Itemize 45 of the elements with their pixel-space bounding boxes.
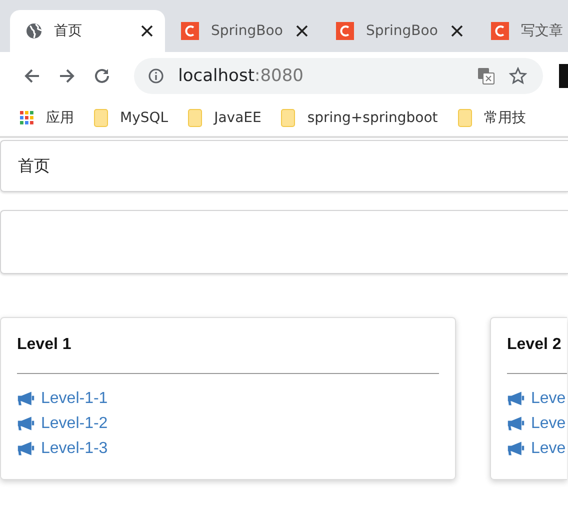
c-logo-icon	[336, 22, 354, 40]
browser-tab[interactable]: 写文章	[475, 10, 568, 52]
card-link[interactable]: Level-1-3	[41, 440, 108, 458]
megaphone-icon	[17, 441, 35, 456]
tab-title: SpringBoo	[211, 23, 284, 39]
info-icon	[148, 68, 164, 84]
tab-title: 写文章	[521, 22, 564, 40]
megaphone-icon	[507, 441, 525, 456]
close-icon[interactable]	[141, 25, 153, 37]
tab-title: SpringBoo	[366, 23, 439, 39]
bookmark-item[interactable]: 应用	[20, 109, 74, 127]
megaphone-icon	[507, 416, 525, 431]
card-link[interactable]: Level-1-1	[41, 390, 108, 408]
address-bar[interactable]: localhost:8080	[134, 58, 544, 94]
card-link[interactable]: Leve	[531, 390, 566, 408]
close-icon[interactable]	[296, 25, 308, 37]
tab-title: 首页	[54, 22, 83, 40]
card-link[interactable]: Leve	[531, 440, 566, 458]
bookmark-item[interactable]: spring+springboot	[281, 109, 438, 127]
bookmark-item[interactable]: 常用技	[458, 109, 526, 127]
bookmark-star-icon[interactable]	[509, 67, 528, 85]
c-logo-icon	[491, 22, 509, 40]
apps-grid-icon	[20, 111, 34, 125]
translate-icon[interactable]	[477, 67, 496, 85]
megaphone-icon	[17, 416, 35, 431]
url-text: localhost:8080	[178, 66, 304, 86]
bookmark-item[interactable]: JavaEE	[188, 109, 262, 127]
megaphone-icon	[17, 391, 35, 406]
page-heading: 首页	[18, 156, 50, 176]
card-link[interactable]: Leve	[531, 414, 566, 432]
globe-icon	[26, 23, 42, 39]
card-title: Level 1	[17, 336, 72, 355]
bookmark-item[interactable]: MySQL	[94, 109, 168, 127]
folder-icon	[281, 109, 296, 127]
card-title: Level 2	[507, 336, 562, 355]
card-link[interactable]: Level-1-2	[41, 414, 108, 432]
browser-tab[interactable]: SpringBoo	[165, 10, 320, 52]
c-logo-icon	[181, 22, 199, 40]
browser-tab[interactable]: SpringBoo	[320, 10, 475, 52]
folder-icon	[458, 109, 472, 127]
browser-tab[interactable]: 首页	[10, 10, 165, 52]
megaphone-icon	[507, 391, 525, 406]
folder-icon	[188, 109, 202, 127]
close-icon[interactable]	[451, 25, 463, 37]
folder-icon	[94, 109, 108, 127]
